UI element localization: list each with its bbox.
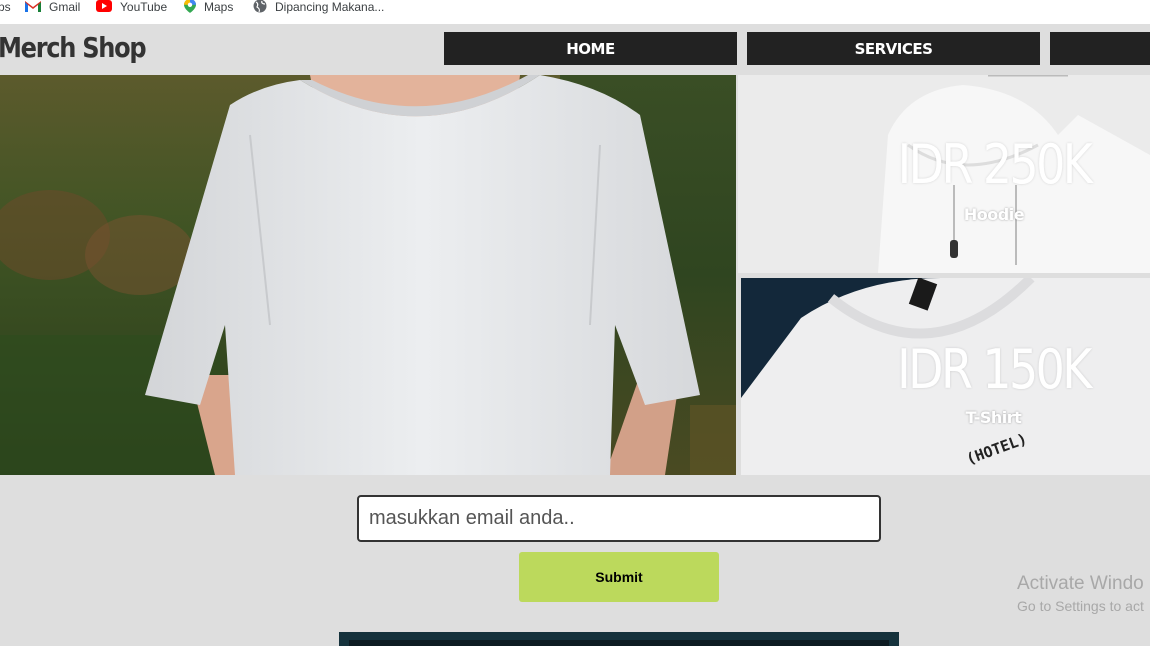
maps-pin-icon [184, 0, 196, 16]
bookmark-maps[interactable]: Maps [184, 0, 233, 14]
nav-third-button[interactable] [1050, 32, 1150, 65]
nav-home-button[interactable]: HOME [444, 32, 737, 65]
bookmark-maps-label: Maps [204, 0, 234, 14]
activate-windows-subtitle: Go to Settings to act [1017, 598, 1144, 614]
bookmark-youtube[interactable]: YouTube [96, 0, 167, 14]
gmail-icon [25, 0, 41, 15]
tshirt-name: T-Shirt [965, 408, 1022, 427]
email-input[interactable] [357, 495, 881, 542]
bookmark-dipancing-label: Dipancing Makana... [275, 0, 385, 14]
hero-illustration [0, 75, 736, 475]
activate-windows-watermark: Activate Windo Go to Settings to act [1017, 573, 1144, 614]
hoodie-price: IDR 250K [897, 133, 1093, 196]
bookmark-apps-label: ps [0, 0, 11, 14]
bookmarks-bar: ps Gmail YouTube Maps Dipancing Makana..… [0, 0, 1150, 24]
submit-button[interactable]: Submit [519, 552, 719, 602]
product-card-hoodie[interactable]: IDR 250K Hoodie [738, 75, 1150, 273]
hoodie-name: Hoodie [963, 205, 1025, 224]
bottom-image [339, 632, 899, 646]
globe-icon [253, 0, 267, 16]
bookmark-gmail[interactable]: Gmail [25, 0, 80, 14]
tshirt-price: IDR 150K [897, 338, 1092, 401]
hero-image [0, 75, 736, 475]
nav-services-button[interactable]: SERVICES [747, 32, 1040, 65]
bookmark-dipancing[interactable]: Dipancing Makana... [253, 0, 384, 14]
site-header: Merch Shop HOME SERVICES [0, 24, 1150, 75]
youtube-icon [96, 0, 112, 15]
bookmark-apps[interactable]: ps [0, 0, 11, 14]
bookmark-gmail-label: Gmail [49, 0, 81, 14]
product-card-tshirt[interactable]: IDR 150K T-Shirt (HOTEL) [741, 278, 1150, 475]
bottom-image-inner [349, 640, 889, 646]
activate-windows-title: Activate Windo [1017, 573, 1144, 594]
bookmark-youtube-label: YouTube [120, 0, 168, 14]
site-logo[interactable]: Merch Shop [0, 31, 147, 64]
